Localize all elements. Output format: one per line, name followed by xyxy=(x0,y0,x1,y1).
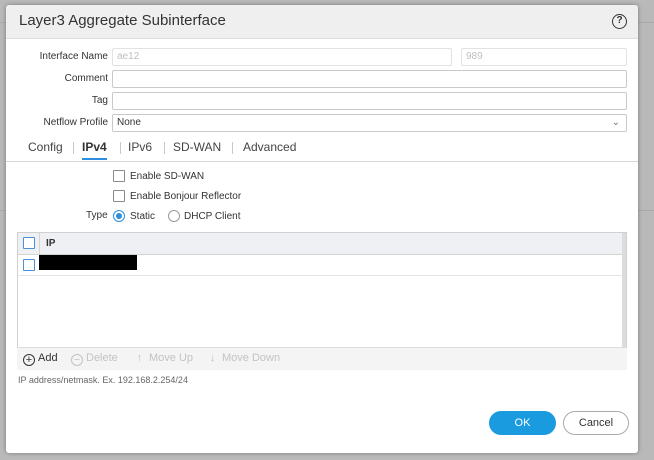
enable-sdwan-label: Enable SD-WAN xyxy=(130,171,205,182)
interface-tag-input: 989 xyxy=(461,48,627,66)
select-all-checkbox[interactable] xyxy=(23,237,35,249)
netflow-row: Netflow Profile xyxy=(6,114,108,132)
netflow-profile-select[interactable]: None ⌄ xyxy=(112,114,627,132)
plus-circle-icon: + xyxy=(23,354,35,366)
ok-button[interactable]: OK xyxy=(489,411,556,435)
static-radio[interactable] xyxy=(113,210,125,222)
tab-separator xyxy=(120,142,121,154)
enable-bonjour-label: Enable Bonjour Reflector xyxy=(130,191,242,202)
interface-name-label: Interface Name xyxy=(39,51,108,62)
interface-name-input: ae12 xyxy=(112,48,452,66)
tab-advanced[interactable]: Advanced xyxy=(243,140,296,159)
tab-bar: Config IPv4 IPv6 SD-WAN Advanced xyxy=(6,136,638,162)
tab-separator xyxy=(73,142,74,154)
redacted-block xyxy=(39,255,137,270)
netflow-profile-value: None xyxy=(117,117,141,128)
tab-separator xyxy=(232,142,233,154)
ip-column-header[interactable]: IP xyxy=(46,238,55,249)
tab-separator xyxy=(164,142,165,154)
table-toolbar: + Add − Delete ↑ Move Up ↓ Move Down xyxy=(17,347,627,370)
comment-label: Comment xyxy=(64,73,108,84)
chevron-down-icon: ⌄ xyxy=(611,117,620,128)
comment-row: Comment xyxy=(6,70,108,88)
arrow-up-icon: ↑ xyxy=(136,352,143,364)
tab-config[interactable]: Config xyxy=(28,140,63,159)
delete-button[interactable]: − Delete xyxy=(71,352,118,368)
dhcp-client-radio[interactable] xyxy=(168,210,180,222)
netflow-profile-label: Netflow Profile xyxy=(43,117,108,128)
add-label: Add xyxy=(38,352,58,364)
column-divider xyxy=(39,233,40,255)
dhcp-client-radio-label: DHCP Client xyxy=(184,211,241,222)
tab-sd-wan[interactable]: SD-WAN xyxy=(173,140,221,159)
arrow-down-icon: ↓ xyxy=(209,352,216,364)
move-up-button[interactable]: ↑ Move Up xyxy=(133,352,193,368)
comment-input[interactable] xyxy=(112,70,627,88)
tab-ipv4[interactable]: IPv4 xyxy=(82,140,107,160)
tag-input[interactable] xyxy=(112,92,627,110)
add-button[interactable]: + Add xyxy=(23,352,58,368)
interface-name-row: Interface Name xyxy=(6,48,108,66)
table-header: IP xyxy=(18,233,626,255)
dialog-title-bar: Layer3 Aggregate Subinterface ? xyxy=(6,5,638,39)
cancel-button[interactable]: Cancel xyxy=(563,411,629,435)
type-label: Type xyxy=(86,210,108,221)
ip-format-hint: IP address/netmask. Ex. 192.168.2.254/24 xyxy=(18,375,188,385)
table-row[interactable] xyxy=(18,255,626,276)
tab-ipv6[interactable]: IPv6 xyxy=(128,140,152,159)
enable-sdwan-checkbox[interactable] xyxy=(113,170,125,182)
enable-bonjour-checkbox[interactable] xyxy=(113,190,125,202)
move-up-label: Move Up xyxy=(149,352,194,364)
delete-label: Delete xyxy=(86,352,118,364)
minus-circle-icon: − xyxy=(71,354,83,366)
move-down-button[interactable]: ↓ Move Down xyxy=(206,352,280,368)
static-radio-label: Static xyxy=(130,211,156,222)
subinterface-dialog: Layer3 Aggregate Subinterface ? Interfac… xyxy=(6,5,638,453)
help-icon[interactable]: ? xyxy=(612,14,627,29)
row-checkbox[interactable] xyxy=(23,259,35,271)
tag-row: Tag xyxy=(6,92,108,110)
tag-label: Tag xyxy=(91,95,108,106)
dialog-title: Layer3 Aggregate Subinterface xyxy=(19,12,226,29)
move-down-label: Move Down xyxy=(222,352,281,364)
